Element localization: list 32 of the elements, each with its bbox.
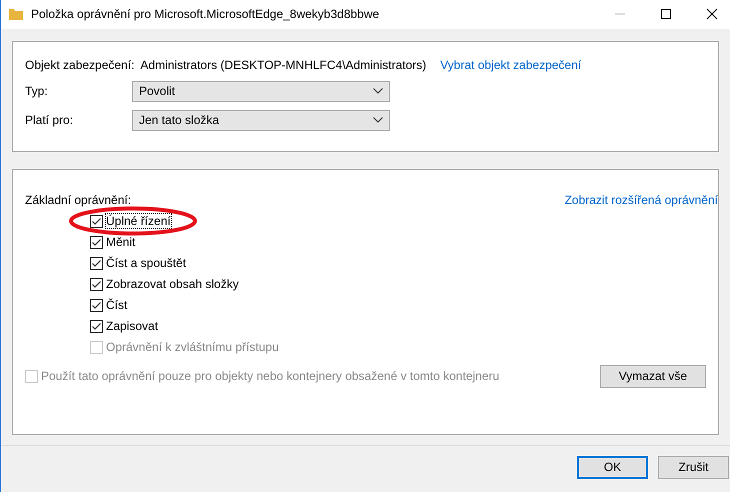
field-label: Platí pro: — [25, 113, 74, 127]
dialog-button[interactable]: OK — [577, 456, 648, 478]
checkbox[interactable] — [90, 214, 103, 228]
checkbox[interactable] — [90, 256, 103, 270]
checkbox-label: Použít tato oprávnění pouze pro objekty nebo kontejnery obsažené v tomto kontejneru — [41, 369, 500, 383]
checkbox-label: Měnit — [106, 235, 136, 249]
checkbox[interactable] — [90, 320, 103, 332]
close-icon[interactable] — [706, 8, 718, 20]
maximize-icon[interactable] — [660, 8, 672, 20]
checkbox[interactable] — [90, 298, 103, 312]
principal-label: Objekt zabezpečení: — [25, 58, 134, 72]
principal-value: Administrators (DESKTOP-MNHLFC4\Administrators) — [140, 58, 426, 72]
checkbox-label: Číst — [106, 298, 128, 312]
window-title: Položka oprávnění pro Microsoft.MicrosoftEdge_8wekyb3d8bbwe — [31, 7, 380, 22]
chevron-icon — [373, 88, 383, 94]
select-principal-link[interactable]: Vybrat objekt zabezpečení — [440, 58, 582, 72]
checkbox[interactable] — [90, 278, 103, 290]
clear-all-button[interactable]: Vymazat vše — [600, 364, 706, 388]
dropdown[interactable]: Povolit — [132, 80, 390, 102]
checkbox-label: Číst a spouštět — [106, 256, 186, 270]
checkbox-label: Zobrazovat obsah složky — [106, 277, 239, 291]
advanced-permissions-link[interactable]: Zobrazit rozšířená oprávnění — [564, 192, 718, 206]
field-label: Typ: — [25, 84, 49, 98]
checkbox-label: Zapisovat — [106, 319, 158, 333]
checkbox-label: Oprávnění k zvláštnímu přístupu — [106, 340, 279, 354]
checkbox[interactable] — [90, 236, 103, 248]
chevron-icon — [373, 117, 383, 123]
dialog-button[interactable]: Zrušit — [658, 456, 729, 478]
section-title: Základní oprávnění: — [25, 192, 132, 206]
checkbox-label: Úplné řízení — [106, 214, 171, 228]
folder-icon — [9, 8, 23, 20]
dropdown[interactable]: Jen tato složka — [132, 110, 390, 130]
